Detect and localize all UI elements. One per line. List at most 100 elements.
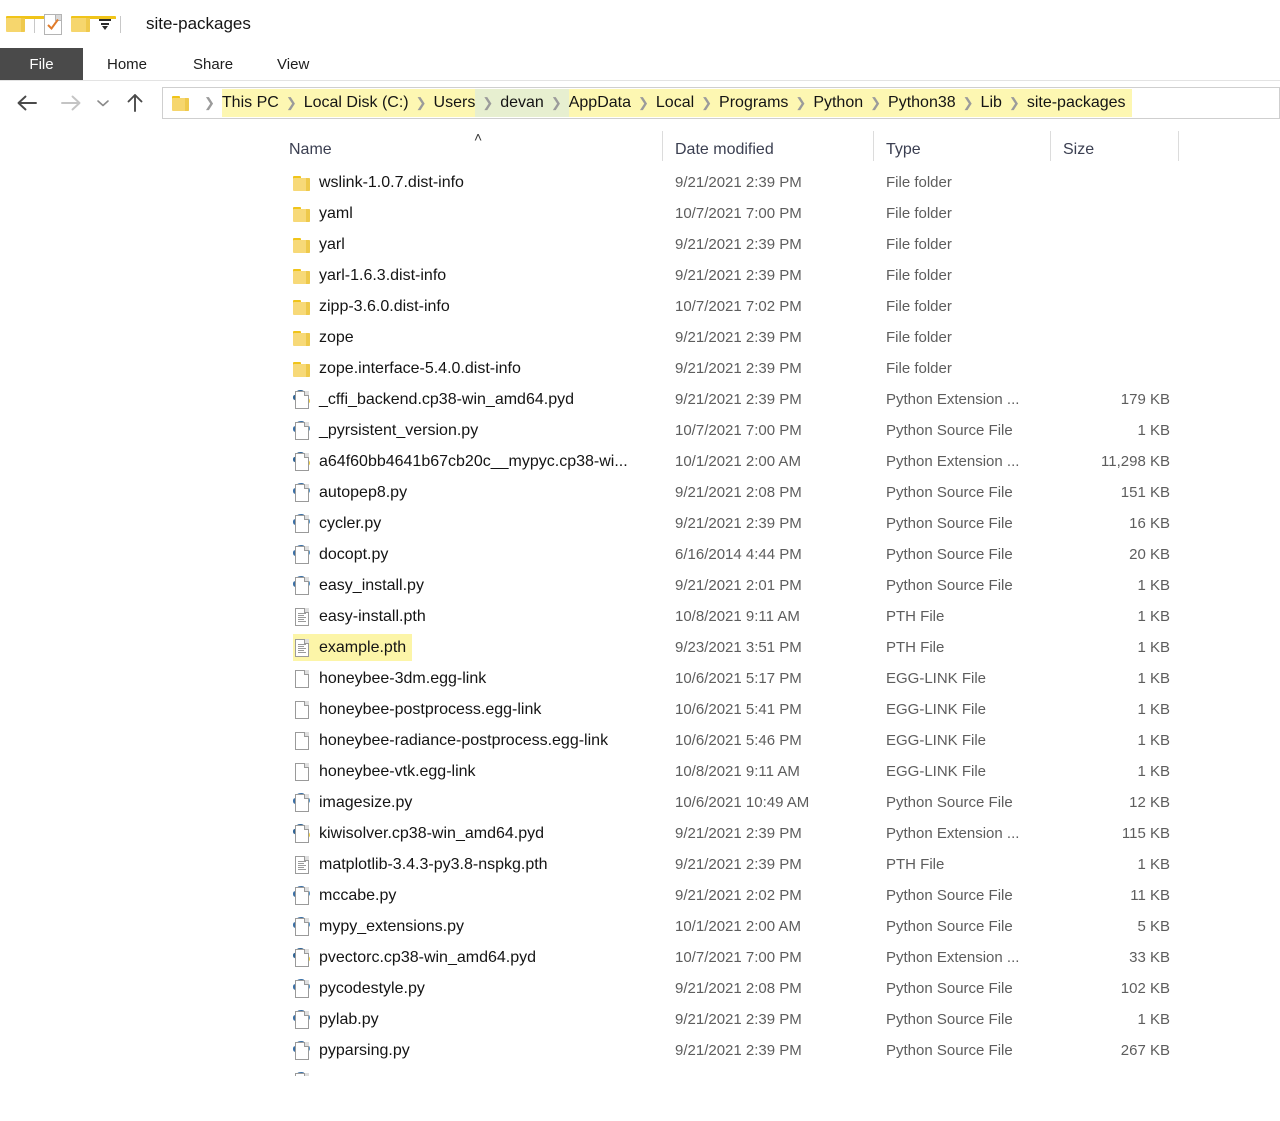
table-row[interactable]: yaml 10/7/2021 7:00 PM File folder xyxy=(285,198,1280,229)
file-name-cell[interactable]: pycodestyle.py xyxy=(293,975,431,1002)
file-name-cell[interactable]: yarl-1.6.3.dist-info xyxy=(293,262,452,289)
table-row[interactable]: autopep8.py 9/21/2021 2:08 PM Python Sourc… xyxy=(285,477,1280,508)
table-row[interactable]: zope 9/21/2021 2:39 PM File folder xyxy=(285,322,1280,353)
table-row[interactable]: yarl 9/21/2021 2:39 PM File folder xyxy=(285,229,1280,260)
file-name-cell[interactable]: pyparsing.py xyxy=(293,1037,416,1064)
table-row[interactable]: honeybee-vtk.egg-link 10/8/2021 9:11 AM EG… xyxy=(285,756,1280,787)
file-name-cell[interactable]: honeybee-3dm.egg-link xyxy=(293,665,492,692)
tab-home[interactable]: Home xyxy=(83,48,171,80)
file-name-cell[interactable]: zope.interface-5.4.0.dist-info xyxy=(293,355,527,382)
table-row[interactable]: mccabe.py 9/21/2021 2:02 PM Python Source … xyxy=(285,880,1280,911)
table-row-partial[interactable] xyxy=(285,1066,1280,1076)
file-name-cell[interactable]: cycler.py xyxy=(293,510,387,537)
tab-share[interactable]: Share xyxy=(171,48,255,80)
file-name-cell[interactable]: wslink-1.0.7.dist-info xyxy=(293,169,470,196)
breadcrumb-separator[interactable]: ❯ xyxy=(543,89,569,117)
file-name-cell[interactable]: honeybee-postprocess.egg-link xyxy=(293,696,547,723)
table-row[interactable]: cycler.py 9/21/2021 2:39 PM Python Source … xyxy=(285,508,1280,539)
breadcrumb-separator[interactable]: ❯ xyxy=(788,89,814,117)
table-row[interactable]: imagesize.py 10/6/2021 10:49 AM Python Sou… xyxy=(285,787,1280,818)
file-name-cell[interactable]: easy_install.py xyxy=(293,572,430,599)
breadcrumb-item-python38[interactable]: Python38 xyxy=(888,89,956,117)
tab-file[interactable]: File xyxy=(0,48,83,80)
file-name-cell[interactable]: zipp-3.6.0.dist-info xyxy=(293,293,456,320)
file-name-cell[interactable]: matplotlib-3.4.3-py3.8-nspkg.pth xyxy=(293,851,554,878)
table-row[interactable]: matplotlib-3.4.3-py3.8-nspkg.pth 9/21/202… xyxy=(285,849,1280,880)
table-row[interactable]: a64f60bb4641b67cb20c__mypyc.cp38-wi... 10… xyxy=(285,446,1280,477)
breadcrumb-separator[interactable]: ❯ xyxy=(955,89,981,117)
breadcrumb-item-local[interactable]: Local xyxy=(655,89,695,117)
table-row[interactable]: kiwisolver.cp38-win_amd64.pyd 9/21/2021 2… xyxy=(285,818,1280,849)
column-header-size[interactable]: Size xyxy=(1063,141,1094,159)
table-row[interactable]: easy_install.py 9/21/2021 2:01 PM Python S… xyxy=(285,570,1280,601)
breadcrumb-separator[interactable]: ❯ xyxy=(1001,89,1027,117)
breadcrumb-item-users[interactable]: Users xyxy=(433,89,476,117)
file-name-cell[interactable]: docopt.py xyxy=(293,541,394,568)
table-row[interactable]: wslink-1.0.7.dist-info 9/21/2021 2:39 PM F… xyxy=(285,167,1280,198)
back-arrow-icon[interactable] xyxy=(12,88,42,118)
table-row[interactable]: pylab.py 9/21/2021 2:39 PM Python Source F… xyxy=(285,1004,1280,1035)
breadcrumb-separator[interactable]: ❯ xyxy=(694,89,720,117)
file-name-cell[interactable]: honeybee-vtk.egg-link xyxy=(293,758,482,785)
breadcrumb-separator[interactable]: ❯ xyxy=(475,89,501,117)
breadcrumb-separator[interactable]: ❯ xyxy=(630,89,656,117)
table-row[interactable]: pyparsing.py 9/21/2021 2:39 PM Python Sour… xyxy=(285,1035,1280,1066)
breadcrumb-item-this-pc[interactable]: This PC xyxy=(221,89,279,117)
table-row[interactable]: zope.interface-5.4.0.dist-info 9/21/2021 … xyxy=(285,353,1280,384)
file-name-cell[interactable]: imagesize.py xyxy=(293,789,418,816)
dropdown-icon[interactable] xyxy=(99,18,111,30)
new-folder-icon[interactable] xyxy=(71,16,116,32)
breadcrumb-separator[interactable]: ❯ xyxy=(197,89,222,117)
up-arrow-icon[interactable] xyxy=(120,88,150,118)
breadcrumb-separator[interactable]: ❯ xyxy=(278,89,304,117)
file-name-cell[interactable]: a64f60bb4641b67cb20c__mypyc.cp38-wi... xyxy=(293,448,634,475)
column-header-date-modified[interactable]: Date modified xyxy=(675,141,774,159)
column-divider[interactable] xyxy=(1178,131,1179,161)
file-name-cell[interactable]: pvectorc.cp38-win_amd64.pyd xyxy=(293,944,542,971)
table-row[interactable]: easy-install.pth 10/8/2021 9:11 AM PTH Fil… xyxy=(285,601,1280,632)
file-name-cell[interactable]: zope xyxy=(293,324,360,351)
file-name-cell[interactable]: kiwisolver.cp38-win_amd64.pyd xyxy=(293,820,550,847)
table-row[interactable]: _pyrsistent_version.py 10/7/2021 7:00 PM P… xyxy=(285,415,1280,446)
breadcrumb-separator[interactable]: ❯ xyxy=(408,89,434,117)
breadcrumb-item-programs[interactable]: Programs xyxy=(719,89,789,117)
tab-view[interactable]: View xyxy=(255,48,331,80)
file-name-cell[interactable]: easy-install.pth xyxy=(293,603,432,630)
file-list[interactable]: wslink-1.0.7.dist-info 9/21/2021 2:39 PM F… xyxy=(285,167,1280,1076)
table-row[interactable]: _cffi_backend.cp38-win_amd64.pyd 9/21/202… xyxy=(285,384,1280,415)
breadcrumb-item-lib[interactable]: Lib xyxy=(980,89,1002,117)
table-row[interactable]: honeybee-postprocess.egg-link 10/6/2021 5… xyxy=(285,694,1280,725)
table-row[interactable]: docopt.py 6/16/2014 4:44 PM Python Source … xyxy=(285,539,1280,570)
column-divider[interactable] xyxy=(1050,131,1051,161)
breadcrumb-item-devan[interactable]: devan xyxy=(500,89,544,117)
column-header-type[interactable]: Type xyxy=(886,141,921,159)
file-name-cell[interactable]: example.pth xyxy=(293,634,413,661)
document-check-icon[interactable] xyxy=(44,13,62,35)
table-row[interactable]: zipp-3.6.0.dist-info 10/7/2021 7:02 PM Fil… xyxy=(285,291,1280,322)
breadcrumb-item-local-disk[interactable]: Local Disk (C:) xyxy=(303,89,409,117)
table-row[interactable]: honeybee-3dm.egg-link 10/6/2021 5:17 PM EG… xyxy=(285,663,1280,694)
file-name-cell[interactable]: mccabe.py xyxy=(293,882,402,909)
file-name-cell[interactable]: autopep8.py xyxy=(293,479,413,506)
file-name-cell[interactable]: mypy_extensions.py xyxy=(293,913,470,940)
file-name-cell[interactable] xyxy=(293,1068,316,1076)
breadcrumb-separator[interactable]: ❯ xyxy=(863,89,889,117)
column-divider[interactable] xyxy=(873,131,874,161)
file-name-cell[interactable]: yarl xyxy=(293,231,351,258)
recent-locations-chevron-down-icon[interactable] xyxy=(92,88,114,118)
table-row[interactable]: mypy_extensions.py 10/1/2021 2:00 AM Pytho… xyxy=(285,911,1280,942)
breadcrumb-item-site-packages[interactable]: site-packages xyxy=(1026,89,1132,117)
breadcrumb[interactable]: ❯ This PC ❯ Local Disk (C:) ❯ Users ❯ de… xyxy=(162,87,1280,119)
table-row[interactable]: yarl-1.6.3.dist-info 9/21/2021 2:39 PM Fil… xyxy=(285,260,1280,291)
breadcrumb-item-appdata[interactable]: AppData xyxy=(568,89,631,117)
table-row[interactable]: pvectorc.cp38-win_amd64.pyd 10/7/2021 7:0… xyxy=(285,942,1280,973)
column-divider[interactable] xyxy=(662,131,663,161)
table-row[interactable]: example.pth 9/23/2021 3:51 PM PTH File 1 KB xyxy=(285,632,1280,663)
file-name-cell[interactable]: _pyrsistent_version.py xyxy=(293,417,484,444)
file-name-cell[interactable]: yaml xyxy=(293,200,359,227)
file-name-cell[interactable]: honeybee-radiance-postprocess.egg-link xyxy=(293,727,614,754)
table-row[interactable]: honeybee-radiance-postprocess.egg-link 10… xyxy=(285,725,1280,756)
file-name-cell[interactable]: _cffi_backend.cp38-win_amd64.pyd xyxy=(293,386,580,413)
folder-icon[interactable] xyxy=(6,16,51,32)
file-name-cell[interactable]: pylab.py xyxy=(293,1006,385,1033)
